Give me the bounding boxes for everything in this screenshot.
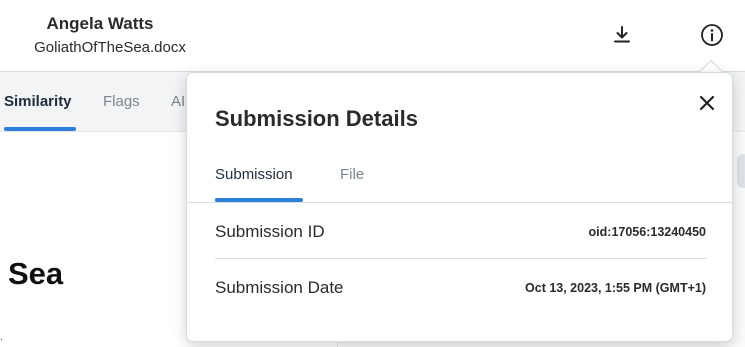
document-header: Angela Watts GoliathOfTheSea.docx <box>0 0 745 72</box>
submission-id-value: oid:17056:13240450 <box>588 225 706 239</box>
submission-details-popover: Submission Details Submission File Submi… <box>186 72 733 342</box>
tab-file[interactable]: File <box>340 166 364 183</box>
close-icon[interactable] <box>695 91 719 115</box>
tab-divider <box>187 202 732 203</box>
active-tab-indicator <box>4 127 76 131</box>
side-panel-handle[interactable] <box>737 154 745 188</box>
tab-submission[interactable]: Submission <box>215 166 293 183</box>
popover-title: Submission Details <box>215 106 418 131</box>
document-heading: Sea <box>8 256 64 291</box>
submission-date-label: Submission Date <box>215 278 344 297</box>
submission-id-label: Submission ID <box>215 222 325 241</box>
submission-date-value: Oct 13, 2023, 1:55 PM (GMT+1) <box>525 281 706 295</box>
info-icon[interactable] <box>699 22 725 48</box>
author-name: Angela Watts <box>46 14 154 33</box>
file-name: GoliathOfTheSea.docx <box>34 39 186 56</box>
tab-similarity[interactable]: Similarity <box>4 93 72 110</box>
tab-flags[interactable]: Flags <box>103 93 140 110</box>
document-text-fragment: . <box>0 331 4 343</box>
row-divider <box>215 258 707 259</box>
download-icon[interactable] <box>609 22 635 48</box>
tab-ai[interactable]: AI <box>171 93 185 110</box>
